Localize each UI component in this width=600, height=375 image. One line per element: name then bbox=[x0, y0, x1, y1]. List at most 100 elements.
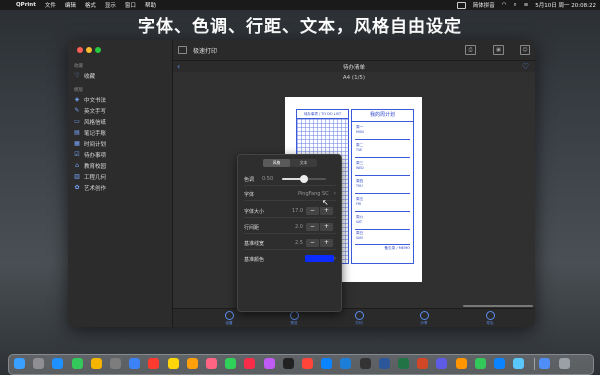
tab-preview[interactable]: 预览 bbox=[282, 311, 306, 326]
trash-icon[interactable] bbox=[558, 358, 570, 369]
increment-button[interactable]: + bbox=[320, 207, 333, 215]
chrome-icon[interactable] bbox=[90, 358, 102, 369]
increment-button[interactable]: + bbox=[320, 223, 333, 231]
segment-style[interactable]: 风格 bbox=[263, 159, 290, 167]
menu-app-name[interactable]: QPrint bbox=[16, 2, 36, 8]
appstore-icon[interactable] bbox=[321, 358, 333, 369]
increment-button[interactable]: + bbox=[320, 239, 333, 247]
sidebar-item-label: 工程几何 bbox=[84, 174, 107, 181]
line-color-swatch[interactable] bbox=[305, 255, 334, 262]
line-color-row[interactable]: 基准颜色 › bbox=[244, 253, 336, 265]
print-icon bbox=[354, 311, 364, 320]
decrement-button[interactable]: − bbox=[306, 223, 319, 231]
tab-print[interactable]: 打印 bbox=[347, 311, 371, 326]
tab-settings[interactable]: 设置 bbox=[217, 311, 241, 326]
excel-icon[interactable] bbox=[398, 358, 409, 369]
menu-edit[interactable]: 编辑 bbox=[65, 1, 76, 9]
favorite-heart-icon[interactable]: ♡ bbox=[522, 61, 529, 72]
calendar-icon: ▦ bbox=[74, 139, 80, 147]
notes-icon[interactable] bbox=[167, 358, 179, 369]
terminal-icon[interactable] bbox=[359, 358, 371, 369]
input-method-label[interactable]: 简体拼音 bbox=[473, 1, 495, 9]
sidebar-item-todo[interactable]: ☑ 待办事项 bbox=[74, 150, 166, 159]
print-icon[interactable]: ⎙ bbox=[465, 45, 476, 55]
tab-share[interactable]: 分享 bbox=[412, 311, 436, 326]
menu-bar: QPrint 文件 编辑 格式 显示 窗口 帮助 简体拼音 ◠ ⌕ ≡ 5月10… bbox=[0, 0, 600, 10]
chevron-right-icon: › bbox=[333, 255, 336, 262]
account-icon[interactable]: ☺ bbox=[520, 45, 530, 55]
safari-icon[interactable] bbox=[52, 358, 64, 369]
line-thickness-row: 基准线宽 2.5 − + bbox=[244, 237, 336, 250]
day-row: 周一 MON bbox=[355, 122, 410, 140]
day-row: 周五 FRI bbox=[355, 194, 410, 212]
finder-icon[interactable] bbox=[14, 358, 25, 369]
segment-text[interactable]: 文本 bbox=[290, 159, 317, 167]
line-spacing-label: 行间距 bbox=[244, 225, 260, 231]
xcode-icon[interactable] bbox=[340, 358, 352, 369]
clock-label[interactable]: 5月10日 周一 20:08:22 bbox=[535, 1, 596, 9]
decrement-button[interactable]: − bbox=[306, 207, 319, 215]
maps-icon[interactable] bbox=[225, 358, 237, 369]
calendar-icon[interactable] bbox=[148, 358, 160, 369]
search-icon[interactable]: ⌕ bbox=[514, 2, 517, 9]
messages-icon[interactable] bbox=[71, 358, 83, 369]
menu-help[interactable]: 帮助 bbox=[145, 1, 156, 9]
word-icon[interactable] bbox=[378, 358, 390, 369]
sidebar-item-calligraphy[interactable]: ◈ 中文书法 bbox=[74, 95, 166, 104]
line-spacing-stepper: − + bbox=[306, 223, 334, 231]
day-en: SAT bbox=[356, 220, 362, 224]
toolbar: 极速打印 ⎙ ▣ ☺ bbox=[173, 40, 535, 61]
sidebar-item-notebook[interactable]: ▤ 笔记手账 bbox=[74, 128, 166, 137]
tone-slider-knob[interactable] bbox=[300, 175, 308, 183]
numbers-icon[interactable] bbox=[474, 358, 486, 369]
line-thickness-label: 基准线宽 bbox=[244, 241, 265, 247]
tab-label: 导出 bbox=[486, 321, 494, 325]
memo-label: 备忘录 / MEMO bbox=[355, 244, 410, 251]
sidebar-item-label: 时间计划 bbox=[84, 141, 107, 148]
sidebar-item-education[interactable]: ⌂ 教育校园 bbox=[74, 161, 166, 170]
share-icon bbox=[419, 311, 429, 320]
export-icon[interactable]: ▣ bbox=[493, 45, 504, 55]
keynote-icon[interactable] bbox=[494, 358, 505, 369]
sidebar-item-favorites[interactable]: ♡ 收藏 bbox=[74, 71, 166, 80]
launchpad-icon[interactable] bbox=[33, 358, 45, 369]
tv-icon[interactable] bbox=[282, 358, 294, 369]
sidebar-item-handwriting[interactable]: ✎ 英文手写 bbox=[74, 106, 166, 115]
sidebar-item-engineering[interactable]: ▥ 工程几何 bbox=[74, 172, 166, 181]
input-source-icon[interactable] bbox=[456, 1, 466, 9]
minimize-button[interactable] bbox=[86, 47, 92, 53]
qprint-icon[interactable] bbox=[436, 358, 448, 369]
close-button[interactable] bbox=[77, 47, 83, 53]
menu-format[interactable]: 格式 bbox=[85, 1, 96, 9]
pages-icon[interactable] bbox=[455, 358, 467, 369]
tab-export[interactable]: 导出 bbox=[478, 311, 502, 326]
ppt-icon[interactable] bbox=[417, 358, 429, 369]
checklist-icon: ☑ bbox=[74, 150, 80, 158]
menu-file[interactable]: 文件 bbox=[45, 1, 56, 9]
wifi-icon[interactable]: ◠ bbox=[502, 2, 507, 8]
todo-grid-header: 待办事项 / TO DO LIST bbox=[297, 110, 348, 119]
sidebar-item-time-plan[interactable]: ▦ 时间计划 bbox=[74, 139, 166, 148]
preview-icon[interactable] bbox=[513, 358, 525, 369]
zoom-button[interactable] bbox=[95, 47, 101, 53]
horizontal-scrollbar[interactable] bbox=[463, 305, 533, 307]
mail-icon[interactable] bbox=[129, 358, 141, 369]
reminders-icon[interactable] bbox=[186, 358, 198, 369]
menu-window[interactable]: 窗口 bbox=[125, 1, 136, 9]
news-icon[interactable] bbox=[302, 358, 313, 369]
photos-icon[interactable] bbox=[206, 358, 217, 369]
downloads-icon[interactable] bbox=[539, 358, 551, 369]
sidebar-item-art[interactable]: ✿ 艺术创作 bbox=[74, 183, 166, 192]
podcasts-icon[interactable] bbox=[263, 358, 275, 369]
menu-view[interactable]: 显示 bbox=[105, 1, 116, 9]
font-size-label: 字体大小 bbox=[244, 209, 265, 215]
sidebar-toggle-icon[interactable] bbox=[178, 46, 187, 54]
sidebar-item-letter-paper[interactable]: ▭ 风格信纸 bbox=[74, 117, 166, 126]
decrement-button[interactable]: − bbox=[306, 239, 319, 247]
music-icon[interactable] bbox=[244, 358, 256, 369]
sidebar-item-label: 中文书法 bbox=[84, 97, 107, 104]
tone-slider[interactable] bbox=[282, 175, 326, 183]
control-center-icon[interactable]: ≡ bbox=[524, 2, 529, 8]
settings-icon[interactable] bbox=[110, 358, 121, 369]
day-en: WED bbox=[356, 166, 364, 170]
